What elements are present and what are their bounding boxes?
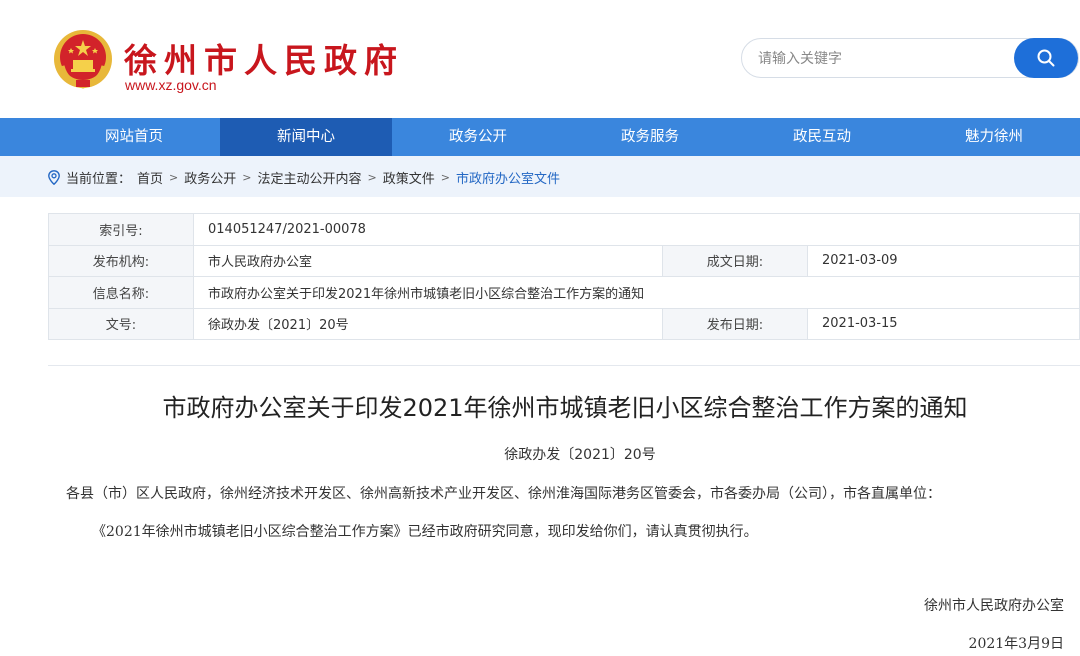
- site-title[interactable]: 徐州市人民政府: [124, 34, 404, 82]
- search-button[interactable]: [1014, 38, 1078, 78]
- published-date-label: 发布日期:: [662, 307, 808, 340]
- nav-item-gov-services[interactable]: 政务服务: [564, 118, 736, 156]
- doc-number-label: 文号:: [48, 307, 194, 340]
- table-row: 文号: 徐政办发〔2021〕20号 发布日期: 2021-03-15: [48, 307, 1080, 340]
- nav-item-home[interactable]: 网站首页: [48, 118, 220, 156]
- chevron-right-icon: >: [169, 171, 179, 184]
- breadcrumb-item-office-docs[interactable]: 市政府办公室文件: [456, 168, 560, 187]
- breadcrumb-bar: 当前位置： 首页 > 政务公开 > 法定主动公开内容 > 政策文件 > 市政府办…: [0, 156, 1080, 197]
- publisher-label: 发布机构:: [48, 244, 194, 277]
- table-row: 索引号: 014051247/2021-00078: [48, 213, 1080, 246]
- breadcrumb-item-policy[interactable]: 政策文件: [383, 168, 435, 187]
- divider: [48, 365, 1080, 366]
- nav-item-charm-xuzhou[interactable]: 魅力徐州: [908, 118, 1080, 156]
- site-header: 徐州市人民政府 www.xz.gov.cn: [0, 0, 1080, 118]
- main-nav: 网站首页 新闻中心 政务公开 政务服务 政民互动 魅力徐州: [0, 118, 1080, 156]
- published-date-value: 2021-03-15: [807, 307, 1080, 340]
- location-pin-icon: [48, 170, 60, 185]
- nav-item-gov-affairs[interactable]: 政务公开: [392, 118, 564, 156]
- created-date-label: 成文日期:: [662, 244, 808, 277]
- table-row: 信息名称: 市政府办公室关于印发2021年徐州市城镇老旧小区综合整治工作方案的通…: [48, 276, 1080, 309]
- breadcrumb-item-disclosure[interactable]: 法定主动公开内容: [257, 168, 361, 187]
- article-date: 2021年3月9日: [968, 636, 1064, 652]
- breadcrumb-item-gov-affairs[interactable]: 政务公开: [184, 168, 236, 187]
- info-name-value: 市政府办公室关于印发2021年徐州市城镇老旧小区综合整治工作方案的通知: [193, 276, 1080, 309]
- breadcrumb-item-home[interactable]: 首页: [137, 168, 163, 187]
- search-icon: [1037, 49, 1055, 67]
- national-emblem-icon[interactable]: [52, 28, 114, 90]
- document-meta-table: 索引号: 014051247/2021-00078 发布机构: 市人民政府办公室…: [48, 213, 1080, 340]
- article-signer: 徐州市人民政府办公室: [924, 598, 1064, 614]
- article-addressee: 各县（市）区人民政府，徐州经济技术开发区、徐州高新技术产业开发区、徐州淮海国际港…: [66, 486, 941, 502]
- index-value: 014051247/2021-00078: [193, 213, 1080, 246]
- chevron-right-icon: >: [367, 171, 377, 184]
- info-name-label: 信息名称:: [48, 276, 194, 309]
- table-row: 发布机构: 市人民政府办公室 成文日期: 2021-03-09: [48, 244, 1080, 277]
- search-input[interactable]: [758, 48, 998, 70]
- nav-item-news[interactable]: 新闻中心: [220, 118, 392, 156]
- chevron-right-icon: >: [242, 171, 252, 184]
- article-body: 《2021年徐州市城镇老旧小区综合整治工作方案》已经市政府研究同意，现印发给你们…: [92, 524, 758, 540]
- doc-number-value: 徐政办发〔2021〕20号: [193, 307, 663, 340]
- article-title: 市政府办公室关于印发2021年徐州市城镇老旧小区综合整治工作方案的通知: [162, 394, 968, 422]
- breadcrumb: 当前位置： 首页 > 政务公开 > 法定主动公开内容 > 政策文件 > 市政府办…: [48, 168, 560, 187]
- chevron-right-icon: >: [440, 171, 450, 184]
- nav-item-interaction[interactable]: 政民互动: [736, 118, 908, 156]
- index-label: 索引号:: [48, 213, 194, 246]
- search-box: [741, 38, 1079, 78]
- article-doc-number: 徐政办发〔2021〕20号: [504, 447, 656, 463]
- site-url[interactable]: www.xz.gov.cn: [125, 77, 217, 93]
- breadcrumb-prefix: 当前位置：: [66, 172, 132, 187]
- publisher-value: 市人民政府办公室: [193, 244, 663, 277]
- created-date-value: 2021-03-09: [807, 244, 1080, 277]
